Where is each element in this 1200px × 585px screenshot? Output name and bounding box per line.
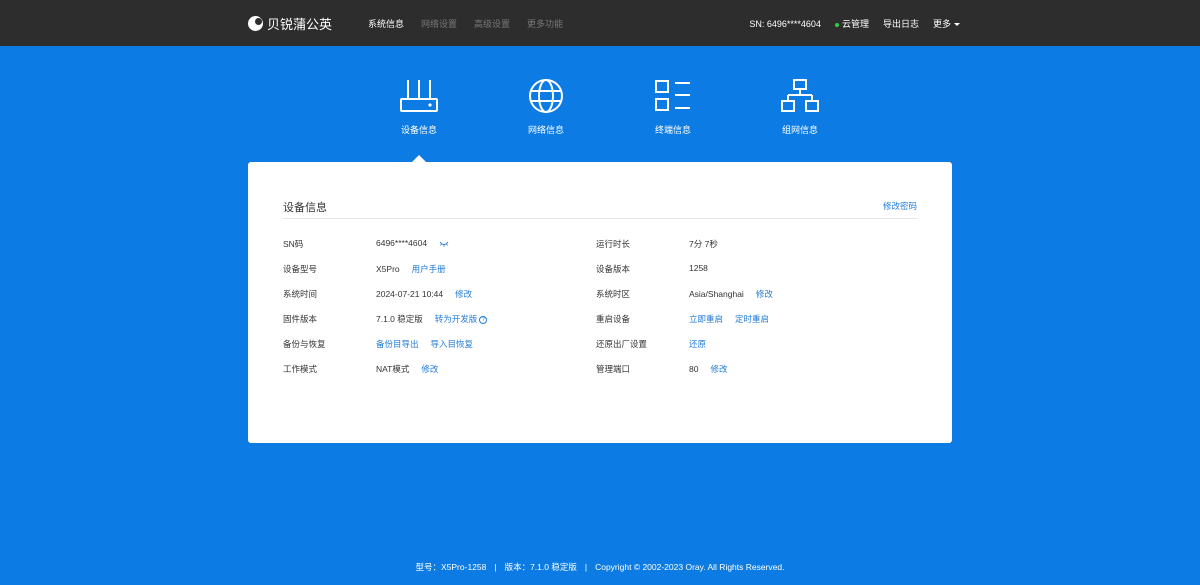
device-info-card: 设备信息 修改密码 SN码 6496****4604 设备型号 X5Pro 用户手… (248, 162, 952, 443)
footer-copyright: Copyright © 2002-2023 Oray. All Rights R… (595, 562, 785, 572)
info-label: 运行时长 (596, 239, 631, 249)
info-value-group: X5Pro 用户手册 (376, 263, 446, 275)
user-manual-link[interactable]: 用户手册 (412, 264, 446, 274)
help-icon[interactable]: ? (479, 315, 488, 324)
info-value: 7分 7秒 (689, 239, 718, 249)
footer-version: 版本：7.1.0 稳定版 (504, 562, 577, 572)
scheduled-reboot-link[interactable]: 定时重启 (735, 314, 769, 324)
info-label: 固件版本 (283, 314, 318, 324)
info-label: 设备版本 (596, 264, 631, 274)
nav-item-network-settings[interactable]: 网络设置 (421, 17, 457, 30)
top-bar: 贝锐蒲公英 系统信息 网络设置 高级设置 更多功能 SN: 6496****46… (0, 0, 1200, 46)
info-label: 备份与恢复 (283, 339, 326, 349)
info-value: NAT模式 (376, 364, 410, 374)
info-value: 7.1.0 稳定版 (376, 314, 423, 324)
info-value: 1258 (689, 263, 708, 273)
brand-name: 贝锐蒲公英 (267, 17, 333, 32)
edit-work-mode-link[interactable]: 修改 (421, 364, 438, 374)
header-sn: SN: 6496****4604 (749, 18, 821, 29)
info-value-group: NAT模式 修改 (376, 363, 438, 375)
info-value: 6496****4604 (376, 238, 428, 248)
info-label: 工作模式 (283, 364, 318, 374)
info-value-group: 备份目导出 导入目恢复 (376, 338, 473, 350)
card-divider (283, 218, 917, 219)
list-icon (655, 80, 690, 111)
info-value: 2024-07-21 10:44 (376, 289, 444, 299)
tab-networking-info[interactable]: 组网信息 (760, 78, 840, 136)
card-title: 设备信息 (283, 202, 327, 214)
nav-item-system-info[interactable]: 系统信息 (368, 17, 404, 30)
change-password-link[interactable]: 修改密码 (883, 200, 917, 212)
main-nav: 系统信息 网络设置 高级设置 更多功能 (368, 17, 580, 30)
tab-terminal-info[interactable]: 终端信息 (633, 78, 713, 136)
brand-logo[interactable]: 贝锐蒲公英 (248, 14, 332, 33)
tab-device-info-label: 设备信息 (400, 125, 437, 135)
info-value-group: 80 修改 (689, 363, 727, 375)
edit-system-time-link[interactable]: 修改 (455, 289, 472, 299)
info-value-group: 还原 (689, 338, 706, 350)
info-value-group: Asia/Shanghai 修改 (689, 288, 773, 300)
info-label: 还原出厂设置 (596, 339, 648, 349)
factory-reset-link[interactable]: 还原 (689, 339, 706, 349)
info-value-group: 立即重启 定时重启 (689, 313, 769, 325)
brand-logo-icon (248, 16, 263, 31)
cloud-management-label: 云管理 (841, 19, 869, 29)
tab-network-info-label: 网络信息 (527, 125, 564, 135)
info-label: SN码 (283, 239, 304, 249)
info-label: 管理端口 (596, 364, 631, 374)
nav-item-more-features[interactable]: 更多功能 (527, 17, 563, 30)
network-icon (781, 79, 819, 112)
reboot-now-link[interactable]: 立即重启 (689, 314, 723, 324)
active-tab-pointer (412, 155, 426, 162)
online-status-icon (834, 22, 839, 27)
router-icon (400, 80, 438, 112)
info-value-group: 2024-07-21 10:44 修改 (376, 288, 472, 300)
info-label: 设备型号 (283, 264, 318, 274)
footer-model: 型号：X5Pro-1258 (415, 562, 487, 572)
info-value: 80 (689, 364, 699, 374)
info-value: X5Pro (376, 264, 400, 274)
backup-export-link[interactable]: 备份目导出 (376, 339, 419, 349)
export-log-link[interactable]: 导出日志 (883, 17, 919, 30)
cloud-management-link[interactable]: 云管理 (834, 17, 869, 30)
nav-item-advanced-settings[interactable]: 高级设置 (474, 17, 510, 30)
tab-device-info[interactable]: 设备信息 (379, 78, 459, 136)
info-label: 系统时间 (283, 289, 318, 299)
more-menu-label: 更多 (932, 19, 951, 29)
tab-network-info[interactable]: 网络信息 (506, 78, 586, 136)
info-value: Asia/Shanghai (689, 289, 744, 299)
info-value-group: 7.1.0 稳定版 转为开发版? (376, 313, 488, 325)
footer-separator: | (494, 562, 497, 572)
chevron-down-icon (954, 23, 960, 27)
import-restore-link[interactable]: 导入目恢复 (431, 339, 474, 349)
switch-dev-version-link[interactable]: 转为开发版 (435, 314, 478, 324)
more-menu[interactable]: 更多 (933, 17, 960, 30)
header-right: SN: 6496****4604 云管理 导出日志 更多 (735, 17, 960, 30)
globe-icon (529, 79, 563, 113)
edit-timezone-link[interactable]: 修改 (756, 289, 773, 299)
footer: 型号：X5Pro-1258 | 版本：7.1.0 稳定版 | Copyright © 2… (0, 561, 1200, 573)
eye-icon[interactable] (439, 241, 449, 247)
edit-admin-port-link[interactable]: 修改 (710, 364, 727, 374)
info-tabs: 设备信息 网络信息 终端信息 组网信息 (0, 78, 1200, 158)
sn-value-group: 6496****4604 (376, 238, 449, 248)
footer-separator: | (584, 562, 588, 572)
info-label: 系统时区 (596, 289, 631, 299)
tab-terminal-info-label: 终端信息 (654, 125, 691, 135)
tab-networking-info-label: 组网信息 (781, 125, 818, 135)
info-label: 重启设备 (596, 314, 631, 324)
